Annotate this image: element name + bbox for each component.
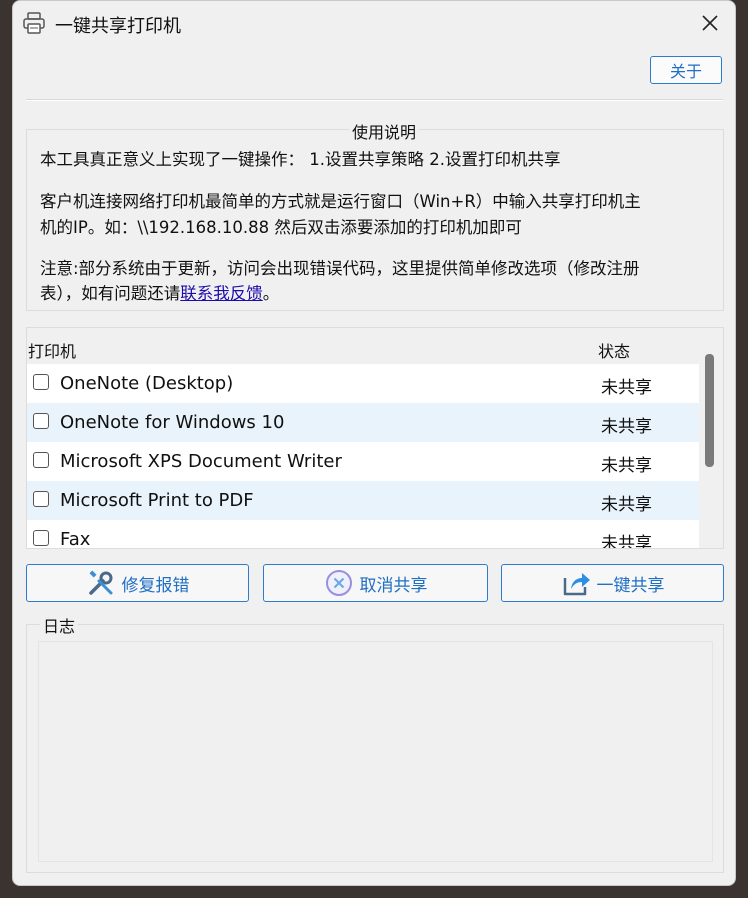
about-button[interactable]: 关于 — [650, 56, 722, 84]
printer-status: 未共享 — [601, 378, 652, 398]
printer-name: OneNote (Desktop) — [60, 373, 234, 394]
printer-checkbox[interactable] — [33, 530, 49, 546]
printer-list-header: 打印机 状态 — [27, 328, 699, 364]
share-button-label: 一键共享 — [596, 575, 665, 596]
instructions-line-3b-suffix: 。 — [262, 284, 280, 303]
instructions-group: 使用说明 本工具真正意义上实现了一键操作： 1.设置共享策略 2.设置打印机共享… — [26, 119, 724, 311]
repair-button[interactable]: 修复报错 — [26, 564, 249, 602]
printer-name: OneNote for Windows 10 — [60, 412, 285, 433]
printer-name: Fax — [60, 529, 91, 549]
instructions-legend: 使用说明 — [349, 119, 420, 143]
table-row[interactable]: OneNote (Desktop) 未共享 — [27, 364, 699, 403]
wrench-screwdriver-icon — [86, 568, 116, 598]
feedback-link[interactable]: 联系我反馈 — [180, 284, 263, 303]
printer-status: 未共享 — [601, 456, 652, 476]
table-row[interactable]: Microsoft XPS Document Writer 未共享 — [27, 442, 699, 481]
log-textarea[interactable] — [38, 641, 713, 862]
printer-checkbox[interactable] — [33, 452, 49, 468]
column-header-status[interactable]: 状态 — [598, 338, 630, 362]
scrollbar-thumb[interactable] — [705, 354, 714, 467]
cancel-circle-icon — [324, 568, 354, 598]
printer-status: 未共享 — [601, 495, 652, 515]
title-bar[interactable]: 一键共享打印机 — [13, 1, 735, 45]
share-button[interactable]: 一键共享 — [501, 564, 724, 602]
cancel-share-button-label: 取消共享 — [359, 575, 428, 596]
column-header-printer[interactable]: 打印机 — [28, 338, 76, 362]
table-row[interactable]: Fax 未共享 — [27, 520, 699, 549]
instructions-line-2a: 客户机连接网络打印机最简单的方式就是运行窗口（Win+R）中输入共享打印机主 — [40, 192, 641, 211]
printer-checkbox[interactable] — [33, 413, 49, 429]
printer-name: Microsoft Print to PDF — [60, 490, 254, 511]
share-arrow-icon — [561, 568, 591, 598]
close-button[interactable] — [693, 7, 727, 39]
instructions-line-1: 本工具真正意义上实现了一键操作： 1.设置共享策略 2.设置打印机共享 — [40, 150, 561, 169]
log-legend: 日志 — [40, 613, 79, 637]
printer-checkbox[interactable] — [33, 491, 49, 507]
printer-icon — [22, 11, 46, 35]
table-row[interactable]: OneNote for Windows 10 未共享 — [27, 403, 699, 442]
log-group: 日志 — [26, 613, 724, 873]
app-window: 一键共享打印机 关于 使用说明 本工具真正意义上实现了一键操作： 1.设置共享策… — [12, 0, 736, 886]
printer-list[interactable]: 打印机 状态 OneNote (Desktop) 未共享 OneNote for… — [26, 327, 724, 549]
repair-button-label: 修复报错 — [121, 575, 190, 596]
instructions-line-2b: 机的IP。如：\\192.168.10.88 然后双击添要添加的打印机加即可 — [40, 218, 522, 237]
printer-checkbox[interactable] — [33, 374, 49, 390]
printer-status: 未共享 — [601, 534, 652, 549]
printer-status: 未共享 — [601, 417, 652, 437]
close-icon — [702, 15, 718, 31]
instructions-line-3a: 注意:部分系统由于更新，访问会出现错误代码，这里提供简单修改选项（修改注册 — [40, 259, 640, 278]
printer-name: Microsoft XPS Document Writer — [60, 451, 342, 472]
window-title: 一键共享打印机 — [55, 16, 181, 37]
instructions-line-3b-prefix: 表），如有问题还请 — [40, 284, 181, 303]
printer-rows: OneNote (Desktop) 未共享 OneNote for Window… — [27, 364, 699, 549]
divider — [26, 99, 723, 101]
instructions-line-3b: 表），如有问题还请联系我反馈。 — [40, 281, 710, 307]
cancel-share-button[interactable]: 取消共享 — [263, 564, 488, 602]
table-row[interactable]: Microsoft Print to PDF 未共享 — [27, 481, 699, 520]
